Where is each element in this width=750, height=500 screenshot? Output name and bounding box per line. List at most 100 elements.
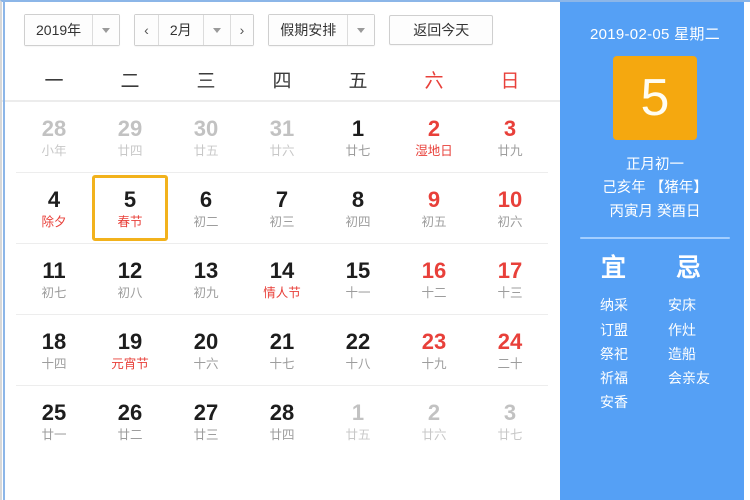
calendar-day-cell[interactable]: 23 十九 <box>396 317 472 383</box>
day-number: 3 <box>503 115 517 141</box>
day-number: 1 <box>351 115 365 141</box>
calendar-day-cell[interactable]: 30 廿五 <box>168 104 244 170</box>
day-number: 16 <box>421 257 447 283</box>
calendar-day-cell[interactable]: 27 廿三 <box>168 388 244 454</box>
day-number: 10 <box>497 186 523 212</box>
lunar-info: 正月初一 己亥年 【猪年】 丙寅月 癸酉日 <box>602 154 708 224</box>
weekday-label: 日 <box>500 70 520 92</box>
calendar-day-cell[interactable]: 4 除夕 <box>16 175 92 241</box>
day-lunar-label: 十九 <box>421 356 447 371</box>
calendar-day-cell-selected[interactable]: 5 春节 <box>92 175 168 241</box>
calendar-day-cell[interactable]: 13 初九 <box>168 246 244 312</box>
day-number: 13 <box>193 257 219 283</box>
calendar-day-cell[interactable]: 11 初七 <box>16 246 92 312</box>
calendar-day-cell[interactable]: 25 廿一 <box>16 388 92 454</box>
calendar-day-cell[interactable]: 12 初八 <box>92 246 168 312</box>
calendar-day-cell[interactable]: 19 元宵节 <box>92 317 168 383</box>
chevron-down-icon <box>212 27 221 33</box>
day-lunar-label: 春节 <box>117 214 143 229</box>
calendar-day-cell[interactable]: 2 湿地日 <box>396 104 472 170</box>
calendar-day-cell[interactable]: 16 十二 <box>396 246 472 312</box>
calendar-day-cell[interactable]: 8 初四 <box>320 175 396 241</box>
day-number: 2 <box>427 399 441 425</box>
calendar-day-cell[interactable]: 28 廿四 <box>244 388 320 454</box>
calendar-day-cell[interactable]: 14 情人节 <box>244 246 320 312</box>
day-number: 17 <box>497 257 523 283</box>
weekday-label: 四 <box>272 70 292 92</box>
day-number: 26 <box>117 399 143 425</box>
day-number: 5 <box>123 186 137 212</box>
ji-title: 忌 <box>675 254 702 283</box>
day-lunar-label: 廿五 <box>345 427 371 442</box>
day-number: 2 <box>427 115 441 141</box>
day-number: 12 <box>117 257 143 283</box>
calendar-day-cell[interactable]: 17 十三 <box>472 246 548 312</box>
day-lunar-label: 十六 <box>193 356 219 371</box>
holiday-value[interactable]: 假期安排 <box>269 15 348 45</box>
day-lunar-label: 廿二 <box>117 427 143 442</box>
calendar-week-row: 28 小年 29 廿四 30 廿五 31 廿六 1 廿七 2 湿地日 3 廿九 <box>16 102 548 173</box>
day-lunar-label: 初三 <box>269 214 295 229</box>
calendar-day-cell[interactable]: 1 廿七 <box>320 104 396 170</box>
weekday-label: 二 <box>120 70 140 92</box>
year-selector[interactable]: 2019年 <box>24 14 121 46</box>
calendar-day-cell[interactable]: 3 廿九 <box>472 104 548 170</box>
weekday-header: 一二三四五六日 <box>2 58 560 102</box>
day-lunar-label: 湿地日 <box>415 143 453 158</box>
day-lunar-label: 元宵节 <box>111 356 149 371</box>
calendar-day-cell[interactable]: 10 初六 <box>472 175 548 241</box>
day-number: 21 <box>269 328 295 354</box>
day-number: 14 <box>269 257 295 283</box>
calendar-day-cell[interactable]: 26 廿二 <box>92 388 168 454</box>
day-number: 18 <box>41 328 67 354</box>
calendar-day-cell[interactable]: 6 初二 <box>168 175 244 241</box>
calendar-day-cell[interactable]: 21 十七 <box>244 317 320 383</box>
calendar-day-cell[interactable]: 1 廿五 <box>320 388 396 454</box>
day-number: 28 <box>269 399 295 425</box>
day-lunar-label: 廿七 <box>345 143 371 158</box>
holiday-selector[interactable]: 假期安排 <box>268 14 376 46</box>
next-month-button[interactable]: › <box>229 15 254 45</box>
day-number: 30 <box>193 115 219 141</box>
calendar-day-cell[interactable]: 28 小年 <box>16 104 92 170</box>
day-lunar-label: 廿九 <box>497 143 523 158</box>
month-selector[interactable]: ‹ 2月 › <box>134 14 255 46</box>
day-lunar-label: 二十 <box>497 356 523 371</box>
day-number: 28 <box>41 115 67 141</box>
prev-month-button[interactable]: ‹ <box>135 15 158 45</box>
day-number: 24 <box>497 328 523 354</box>
day-lunar-label: 十七 <box>269 356 295 371</box>
ji-item: 作灶 <box>668 321 696 338</box>
day-number: 22 <box>345 328 371 354</box>
day-number: 23 <box>421 328 447 354</box>
holiday-caret-button[interactable] <box>347 15 375 45</box>
yi-item: 纳采 <box>600 297 628 314</box>
day-number: 1 <box>351 399 365 425</box>
day-lunar-label: 廿四 <box>269 427 295 442</box>
calendar-day-cell[interactable]: 22 十八 <box>320 317 396 383</box>
calendar-day-cell[interactable]: 3 廿七 <box>472 388 548 454</box>
calendar-day-cell[interactable]: 31 廿六 <box>244 104 320 170</box>
month-caret-button[interactable] <box>202 15 230 45</box>
calendar-day-cell[interactable]: 29 廿四 <box>92 104 168 170</box>
calendar-day-cell[interactable]: 20 十六 <box>168 317 244 383</box>
day-number: 15 <box>345 257 371 283</box>
year-caret-button[interactable] <box>92 15 120 45</box>
calendar-day-cell[interactable]: 18 十四 <box>16 317 92 383</box>
weekday-label: 六 <box>424 70 444 92</box>
calendar-day-cell[interactable]: 24 二十 <box>472 317 548 383</box>
calendar-day-cell[interactable]: 7 初三 <box>244 175 320 241</box>
calendar-day-cell[interactable]: 15 十一 <box>320 246 396 312</box>
day-number: 9 <box>427 186 441 212</box>
back-to-today-button[interactable]: 返回今天 <box>389 15 494 45</box>
calendar-day-cell[interactable]: 2 廿六 <box>396 388 472 454</box>
day-lunar-label: 十一 <box>345 285 371 300</box>
day-number: 25 <box>41 399 67 425</box>
calendar-day-cell[interactable]: 9 初五 <box>396 175 472 241</box>
day-lunar-label: 初六 <box>497 214 523 229</box>
day-lunar-label: 廿六 <box>421 427 447 442</box>
month-value[interactable]: 2月 <box>157 15 203 45</box>
year-value[interactable]: 2019年 <box>25 15 93 45</box>
day-number: 20 <box>193 328 219 354</box>
day-lunar-label: 除夕 <box>41 214 67 229</box>
